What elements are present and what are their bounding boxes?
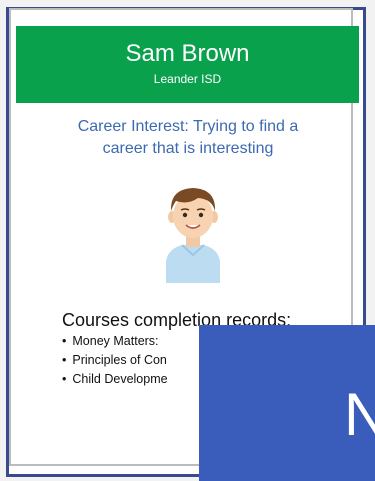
list-item: Money Matters: (62, 332, 168, 351)
career-interest-line-1: Career Interest: Trying to find a (77, 118, 299, 135)
avatar-icon (166, 188, 220, 283)
profile-name: Sam Brown (125, 40, 250, 67)
profile-organization: Leander ISD (153, 72, 222, 86)
career-interest: Career Interest: Trying to find a career… (28, 116, 348, 160)
list-item: Child Developme (62, 370, 167, 389)
overlay-letter: N (344, 381, 375, 448)
course-list: Money Matters: Principles of Con Child D… (62, 332, 168, 389)
profile-header: Sam Brown Leander ISD (16, 26, 359, 103)
list-item: Principles of Con (62, 351, 168, 370)
career-interest-line-2: career that is interesting (102, 140, 274, 157)
